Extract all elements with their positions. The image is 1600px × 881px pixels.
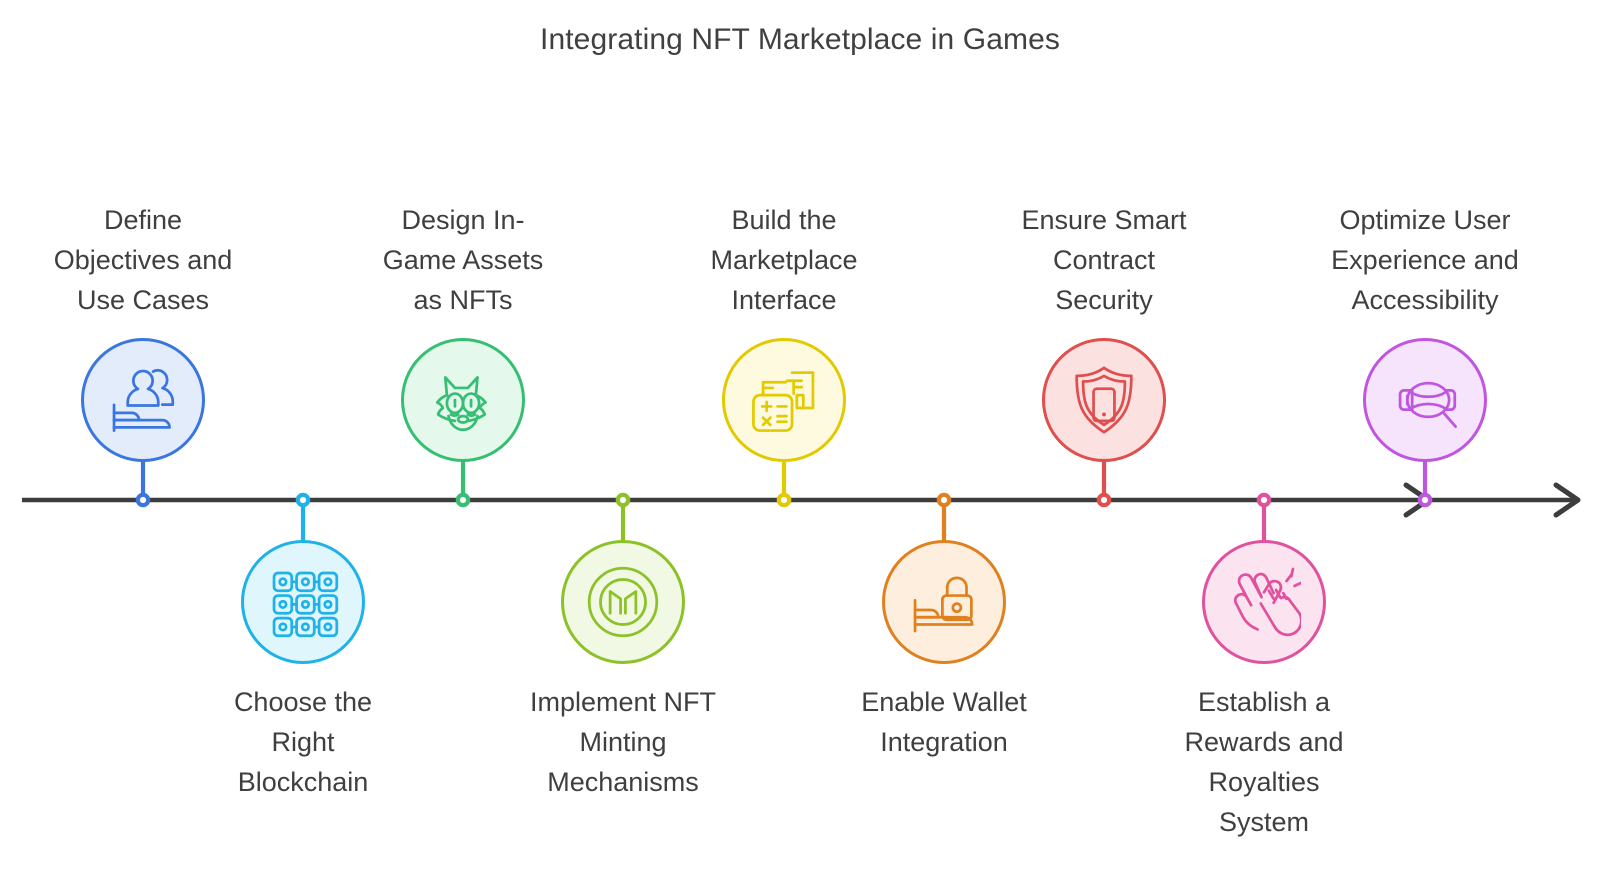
axis-node-dot[interactable] bbox=[455, 492, 471, 508]
calculator-store-icon bbox=[752, 371, 815, 432]
wallet-lock-icon bbox=[913, 576, 974, 633]
timeline-step-2[interactable]: Choose the Right Blockchain bbox=[203, 540, 403, 802]
axis-node-dot[interactable] bbox=[615, 492, 631, 508]
blockchain-grid-icon bbox=[272, 571, 339, 638]
timeline-step-label: Establish a Rewards and Royalties System bbox=[1184, 687, 1344, 837]
timeline-step-label: Enable Wallet Integration bbox=[861, 687, 1027, 757]
timeline-step-icon-bubble[interactable] bbox=[1363, 338, 1487, 462]
axis-node-dot[interactable] bbox=[1096, 492, 1112, 508]
axis-node-dot[interactable] bbox=[1417, 492, 1433, 508]
axis-node-dot[interactable] bbox=[936, 492, 952, 508]
timeline-step-icon-bubble[interactable] bbox=[1202, 540, 1326, 664]
timeline-step-icon-bubble[interactable] bbox=[722, 338, 846, 462]
users-bed-icon bbox=[112, 368, 175, 432]
timeline-axis bbox=[22, 482, 1581, 518]
timeline-step-7[interactable]: Ensure Smart Contract Security bbox=[1004, 200, 1204, 462]
timeline-step-icon-bubble[interactable] bbox=[1042, 338, 1166, 462]
maker-token-icon bbox=[587, 566, 659, 638]
timeline-step-9[interactable]: Optimize User Experience and Accessibili… bbox=[1325, 200, 1525, 462]
timeline-step-label: Design In- Game Assets as NFTs bbox=[382, 205, 544, 315]
timeline-step-8[interactable]: Establish a Rewards and Royalties System bbox=[1164, 540, 1364, 842]
clapping-hands-icon bbox=[1233, 567, 1301, 637]
timeline-step-icon-bubble[interactable] bbox=[241, 540, 365, 664]
timeline-step-icon-bubble[interactable] bbox=[882, 540, 1006, 664]
timeline-step-3[interactable]: Design In- Game Assets as NFTs bbox=[363, 200, 563, 462]
timeline-step-icon-bubble[interactable] bbox=[81, 338, 205, 462]
shield-device-icon bbox=[1075, 366, 1133, 434]
timeline-step-label: Build the Marketplace Interface bbox=[710, 205, 858, 315]
timeline-step-label: Optimize User Experience and Accessibili… bbox=[1331, 205, 1519, 315]
axis-node-dot[interactable] bbox=[1256, 492, 1272, 508]
timeline-diagram: Integrating NFT Marketplace in Games Def… bbox=[0, 0, 1600, 881]
timeline-step-label: Choose the Right Blockchain bbox=[233, 687, 373, 797]
timeline-step-label: Ensure Smart Contract Security bbox=[1021, 205, 1187, 315]
timeline-step-5[interactable]: Build the Marketplace Interface bbox=[684, 200, 884, 462]
vr-headset-search-icon bbox=[1398, 381, 1457, 428]
timeline-step-4[interactable]: Implement NFT Minting Mechanisms bbox=[523, 540, 723, 802]
timeline-step-6[interactable]: Enable Wallet Integration bbox=[844, 540, 1044, 762]
timeline-step-1[interactable]: Define Objectives and Use Cases bbox=[43, 200, 243, 462]
timeline-step-label: Define Objectives and Use Cases bbox=[53, 205, 233, 315]
axis-node-dot[interactable] bbox=[776, 492, 792, 508]
axis-node-dot[interactable] bbox=[135, 492, 151, 508]
axis-node-dot[interactable] bbox=[295, 492, 311, 508]
timeline-step-label: Implement NFT Minting Mechanisms bbox=[529, 687, 717, 797]
timeline-step-icon-bubble[interactable] bbox=[401, 338, 525, 462]
timeline-step-icon-bubble[interactable] bbox=[561, 540, 685, 664]
crypto-cat-icon bbox=[435, 376, 487, 432]
